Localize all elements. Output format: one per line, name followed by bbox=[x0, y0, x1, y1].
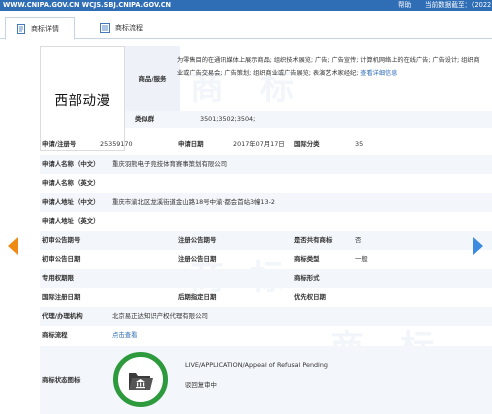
row-intl-reg: 国际注册日期 后期指定日期 优先权日期 bbox=[40, 288, 492, 307]
trademark-name: 西部动漫 bbox=[54, 93, 111, 109]
address-en-label: 申请人地址（英文） bbox=[42, 217, 100, 225]
tm-form-label: 商标形式 bbox=[294, 274, 320, 282]
goods-label: 商品/服务 bbox=[125, 46, 180, 111]
address-cn-label: 申请人地址（中文） bbox=[42, 198, 100, 206]
row-registration: 申请/注册号 25359170 申请日期 2017年07月17日 国际分类 35 bbox=[40, 135, 492, 154]
folder-courthouse-icon bbox=[129, 373, 153, 390]
arrow-left-icon[interactable] bbox=[8, 237, 18, 255]
tab-bar: 商标详情 商标流程 bbox=[0, 17, 492, 40]
tab-label: 商标流程 bbox=[115, 24, 143, 32]
status-cn: 驳回复审中 bbox=[185, 381, 217, 389]
reg-no-label: 申请/注册号 bbox=[42, 140, 77, 148]
row-address-en: 申请人地址（英文） bbox=[40, 212, 492, 231]
goods-services: 商品/服务 为零售目的在通讯媒体上展示商品; 组织技术展览; 广告; 广告宣传;… bbox=[125, 46, 492, 111]
applicant-cn-value: 重庆羽熊电子竞技体育赛事策划有限公司 bbox=[112, 160, 228, 168]
priority-date-label: 优先权日期 bbox=[294, 293, 326, 301]
reg-notice-no-label: 注册公告期号 bbox=[178, 236, 217, 244]
status-icon-circle bbox=[113, 352, 168, 407]
row-agent: 代理/办理机构 北京易正达知识产权代理有限公司 bbox=[40, 307, 492, 326]
row-exclusive: 专用权期限 商标形式 bbox=[40, 269, 492, 288]
address-cn-value: 重庆市渝北区龙溪街道金山路18号中渝·都会首站3幢13-2 bbox=[112, 198, 275, 206]
flow-label: 商标流程 bbox=[42, 331, 68, 339]
tm-type-value: 一般 bbox=[355, 255, 368, 263]
goods-list: 为零售目的在通讯媒体上展示商品; 组织技术展览; 广告; 广告宣传; 计算机网络… bbox=[177, 57, 480, 78]
tab-label: 商标详情 bbox=[31, 25, 59, 33]
similar-group-row: 类似群 3501;3502;3504; bbox=[125, 111, 492, 128]
class-value: 35 bbox=[355, 140, 364, 148]
document-icon bbox=[17, 24, 25, 34]
row-prelim-no: 初审公告期号 注册公告期号 是否共有商标 否 bbox=[40, 231, 492, 250]
row-prelim-date: 初审公告日期 注册公告日期 商标类型 一般 bbox=[40, 250, 492, 269]
tab-trademark-details[interactable]: 商标详情 bbox=[5, 17, 75, 40]
top-bar: WWW.CNIPA.GOV.CN WCJS.SBJ.CNIPA.GOV.CN 帮… bbox=[0, 0, 492, 20]
flow-link[interactable]: 点击查看 bbox=[112, 326, 138, 345]
applicant-en-label: 申请人名称（英文） bbox=[42, 179, 100, 187]
site-url: WWW.CNIPA.GOV.CN WCJS.SBJ.CNIPA.GOV.CN bbox=[3, 1, 172, 9]
help-link[interactable]: 帮助 bbox=[398, 0, 411, 11]
prelim-no-label: 初审公告期号 bbox=[42, 236, 81, 244]
status-label: 商标状态图标 bbox=[42, 376, 81, 384]
arrow-right-icon[interactable] bbox=[473, 237, 483, 255]
agent-label: 代理/办理机构 bbox=[42, 312, 83, 320]
prelim-date-label: 初审公告日期 bbox=[42, 255, 81, 263]
goods-text: 为零售目的在通讯媒体上展示商品; 组织技术展览; 广告; 广告宣传; 计算机网络… bbox=[177, 54, 485, 81]
row-applicant-cn: 申请人名称（中文） 重庆羽熊电子竞技体育赛事策划有限公司 bbox=[40, 155, 492, 174]
row-flow: 商标流程 点击查看 bbox=[40, 326, 492, 345]
agent-value: 北京易正达知识产权代理有限公司 bbox=[112, 312, 208, 320]
view-details-link[interactable]: 查看详细信息 bbox=[360, 70, 397, 77]
app-date-value: 2017年07月17日 bbox=[233, 140, 285, 148]
class-label: 国际分类 bbox=[294, 140, 320, 148]
row-applicant-en: 申请人名称（英文） bbox=[40, 174, 492, 193]
shared-value: 否 bbox=[355, 236, 362, 244]
shared-label: 是否共有商标 bbox=[294, 236, 333, 244]
tab-trademark-flow[interactable]: 商标流程 bbox=[90, 17, 180, 39]
later-date-label: 后期指定日期 bbox=[178, 293, 217, 301]
applicant-cn-label: 申请人名称（中文） bbox=[42, 160, 100, 168]
reg-no-value: 25359170 bbox=[100, 140, 133, 148]
exclusive-label: 专用权期限 bbox=[42, 274, 74, 282]
app-date-label: 申请日期 bbox=[178, 140, 204, 148]
tm-type-label: 商标类型 bbox=[294, 255, 320, 263]
intl-reg-date-label: 国际注册日期 bbox=[42, 293, 81, 301]
list-icon bbox=[100, 23, 110, 33]
similar-group-label: 类似群 bbox=[135, 115, 155, 123]
status-en: LIVE/APPLICATION/Appeal of Refusal Pendi… bbox=[185, 361, 328, 369]
similar-group-value: 3501;3502;3504; bbox=[200, 115, 256, 123]
reg-notice-date-label: 注册公告日期 bbox=[178, 255, 217, 263]
row-address-cn: 申请人地址（中文） 重庆市渝北区龙溪街道金山路18号中渝·都会首站3幢13-2 bbox=[40, 193, 492, 212]
row-status: 商标状态图标 LIVE/APPLICATION/Appeal of Refusa… bbox=[40, 346, 492, 414]
